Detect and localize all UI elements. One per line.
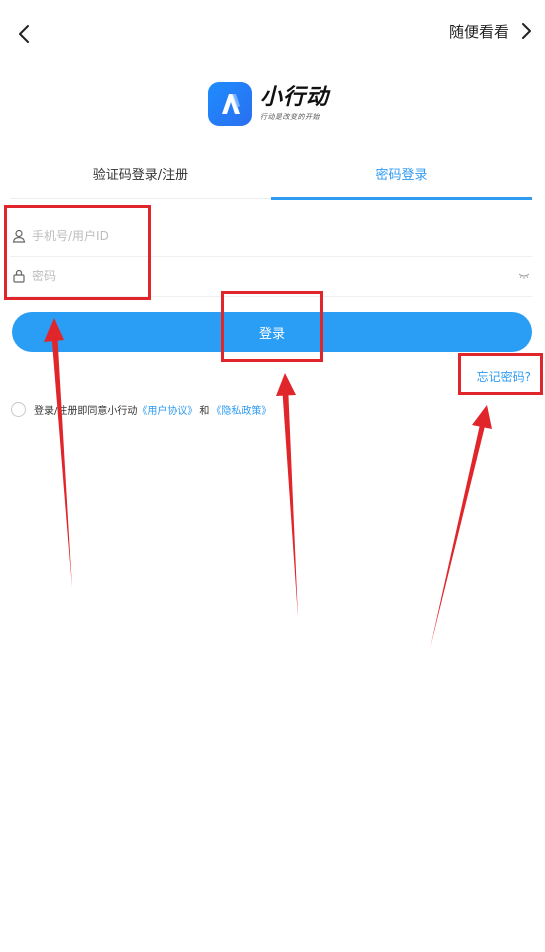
annotation-arrows <box>44 318 492 648</box>
arrow-forgot <box>430 405 492 648</box>
arrow-credentials <box>44 318 72 588</box>
arrow-login <box>276 373 298 618</box>
